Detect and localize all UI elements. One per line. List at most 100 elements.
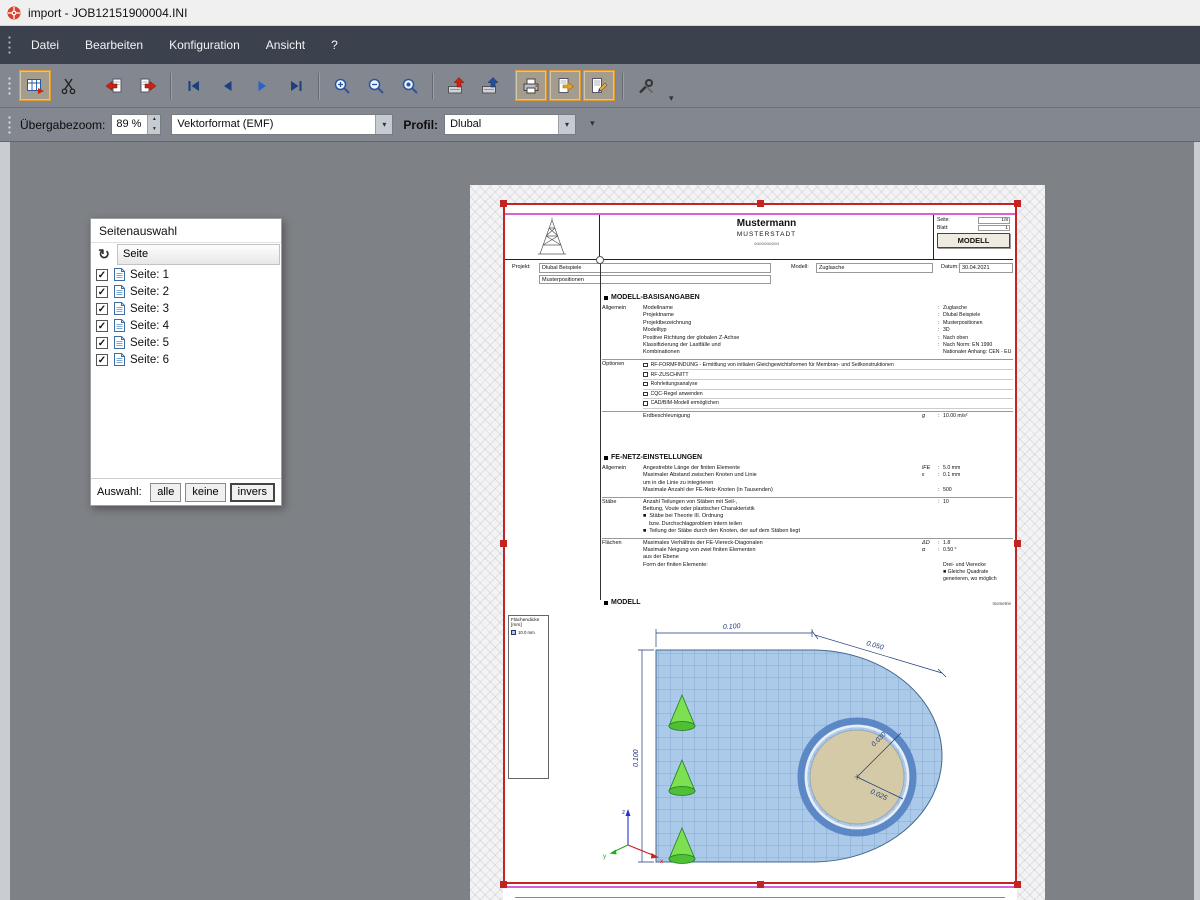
option-row: CQC-Regel anwenden (643, 390, 1013, 400)
profile-dropdown[interactable]: Dlubal ▾ (444, 114, 577, 135)
page-label: Seite: 3 (130, 302, 169, 315)
selection-handle[interactable] (499, 540, 507, 547)
zoom-value: 89 % (116, 118, 142, 130)
page-checkbox[interactable]: ✓ (96, 268, 108, 281)
svg-text:z: z (622, 809, 625, 816)
send-blue-icon (482, 76, 499, 93)
app-window: import - JOB12151900004.INI Datei Bearbe… (0, 0, 1200, 900)
selection-handle[interactable] (499, 880, 507, 888)
page-row[interactable]: ✓ Seite: 1 (91, 266, 281, 283)
model-label: Modell: (791, 264, 809, 270)
settings-button[interactable] (630, 70, 662, 101)
page-document-icon (114, 319, 125, 332)
page-label: Seite: 5 (130, 336, 169, 349)
selection-handle[interactable] (1013, 880, 1021, 888)
nav-first-button[interactable] (178, 70, 210, 101)
options-toolbar: Übergabezoom: 89 % ▲ ▼ Vektorformat (EMF… (0, 108, 1200, 142)
nav-last-button[interactable] (280, 70, 312, 101)
table-row: um in die Linie zu integrieren (643, 479, 714, 486)
model-value: Zuglasche (816, 263, 933, 273)
options-toolbar-grip[interactable] (7, 114, 12, 135)
page-checkbox[interactable]: ✓ (96, 319, 108, 332)
menu-item[interactable]: Ansicht (253, 26, 318, 64)
gravity-row: Erdbeschleunigung g : 10.00 m/s² (643, 412, 968, 419)
company-logo (505, 215, 600, 259)
page-label: Seite: 1 (130, 268, 169, 281)
menu-item[interactable]: Bearbeiten (72, 26, 156, 64)
zoom-spinner[interactable]: 89 % ▲ ▼ (111, 114, 162, 135)
options-overflow-icon[interactable]: ▾ (590, 118, 595, 132)
nav-next-icon (258, 80, 266, 91)
page-checkbox[interactable]: ✓ (96, 302, 108, 315)
page-checkbox[interactable]: ✓ (96, 285, 108, 298)
selection-label: Auswahl: (97, 486, 142, 498)
print-preview[interactable]: Mustermann MUSTERSTADT oooooooooo Seite:… (470, 185, 1045, 900)
send-red-button[interactable] (440, 70, 472, 101)
selection-handle[interactable] (499, 199, 507, 207)
toolbar-grip[interactable] (7, 75, 12, 96)
option-checkbox (643, 372, 648, 377)
page-row[interactable]: ✓ Seite: 4 (91, 317, 281, 334)
page-back-button[interactable] (98, 70, 130, 101)
nav-prev-button[interactable] (212, 70, 244, 101)
spin-down-icon[interactable]: ▼ (148, 125, 160, 135)
menu-item[interactable]: ? (318, 26, 351, 64)
selection-handle[interactable] (756, 880, 764, 888)
format-dropdown[interactable]: Vektorformat (EMF) ▾ (171, 114, 394, 135)
menubar: Datei Bearbeiten Konfiguration Ansicht ? (0, 26, 1200, 64)
page-selection-dialog[interactable]: Seitenauswahl ↻ Seite ✓ Seite: 1 ✓ Seite… (90, 218, 282, 506)
svg-text:0.100: 0.100 (723, 623, 741, 631)
toolbar-overflow-icon[interactable]: ▾ (669, 93, 674, 107)
thickness-legend: Flächendicke [mm] 10.0 mm (508, 615, 549, 779)
table-row: ■ Stäbe bei Theorie III. Ordnung (643, 513, 724, 520)
page-label: Seite: 6 (130, 353, 169, 366)
page-forward-icon (140, 78, 157, 92)
page-row[interactable]: ✓ Seite: 3 (91, 300, 281, 317)
selection-handle[interactable] (756, 199, 764, 207)
menu-item[interactable]: Konfiguration (156, 26, 253, 64)
option-row: CAD/BIM-Modell ermöglichen (643, 399, 1013, 409)
page-forward-button[interactable] (132, 70, 164, 101)
refresh-icon[interactable]: ↻ (91, 244, 117, 265)
cut-button[interactable] (53, 70, 85, 101)
edit-page-button[interactable] (583, 70, 615, 101)
print-button[interactable] (515, 70, 547, 101)
page-checkbox[interactable]: ✓ (96, 336, 108, 349)
selection-handle[interactable] (1013, 540, 1021, 547)
select-all-button[interactable]: alle (150, 482, 182, 502)
nav-next-button[interactable] (246, 70, 278, 101)
menubar-grip[interactable] (7, 35, 12, 55)
table-row: Maximaler Abstand zwischen Knoten und Li… (643, 472, 961, 479)
format-value: Vektorformat (EMF) (177, 118, 274, 130)
column-header-seite[interactable]: Seite (117, 244, 280, 265)
page-checkbox[interactable]: ✓ (96, 353, 108, 366)
chevron-down-icon[interactable]: ▾ (558, 115, 576, 134)
chevron-down-icon[interactable]: ▾ (375, 115, 393, 134)
table-row: Maximale Anzahl der FE-Netz-Knoten (in T… (643, 487, 952, 494)
sheet-label: Blatt: (937, 224, 949, 231)
export-page-button[interactable] (549, 70, 581, 101)
table-row: Modelltyp:3D (643, 327, 950, 334)
header-node-marker[interactable] (596, 256, 604, 264)
zoom-in-button[interactable] (326, 70, 358, 101)
table-row: Positive Richtung der globalen Z-Achse: N… (643, 334, 969, 341)
legend-unit: [mm] (511, 623, 522, 628)
model-drawing[interactable]: 0.100 0.050 0.100 0.030 0.025 z x y (598, 617, 1012, 879)
table-row: Projektbezeichnung: Musterpositionen (643, 319, 983, 326)
page-row[interactable]: ✓ Seite: 2 (91, 283, 281, 300)
send-blue-button[interactable] (474, 70, 506, 101)
spin-up-icon[interactable]: ▲ (148, 115, 160, 125)
select-invert-button[interactable]: invers (229, 482, 275, 502)
selection-handle[interactable] (1013, 199, 1021, 207)
svg-text:y: y (603, 853, 607, 860)
zoom-original-button[interactable] (394, 70, 426, 101)
select-none-button[interactable]: keine (185, 482, 226, 502)
table-row: aus der Ebene (643, 554, 679, 561)
zoom-out-button[interactable] (360, 70, 392, 101)
page-row[interactable]: ✓ Seite: 6 (91, 351, 281, 368)
tools-wrench-icon (639, 78, 654, 93)
page-row[interactable]: ✓ Seite: 5 (91, 334, 281, 351)
import-pages-button[interactable] (19, 70, 51, 101)
main-toolbar: ▾ (0, 64, 1200, 108)
menu-item[interactable]: Datei (18, 26, 72, 64)
